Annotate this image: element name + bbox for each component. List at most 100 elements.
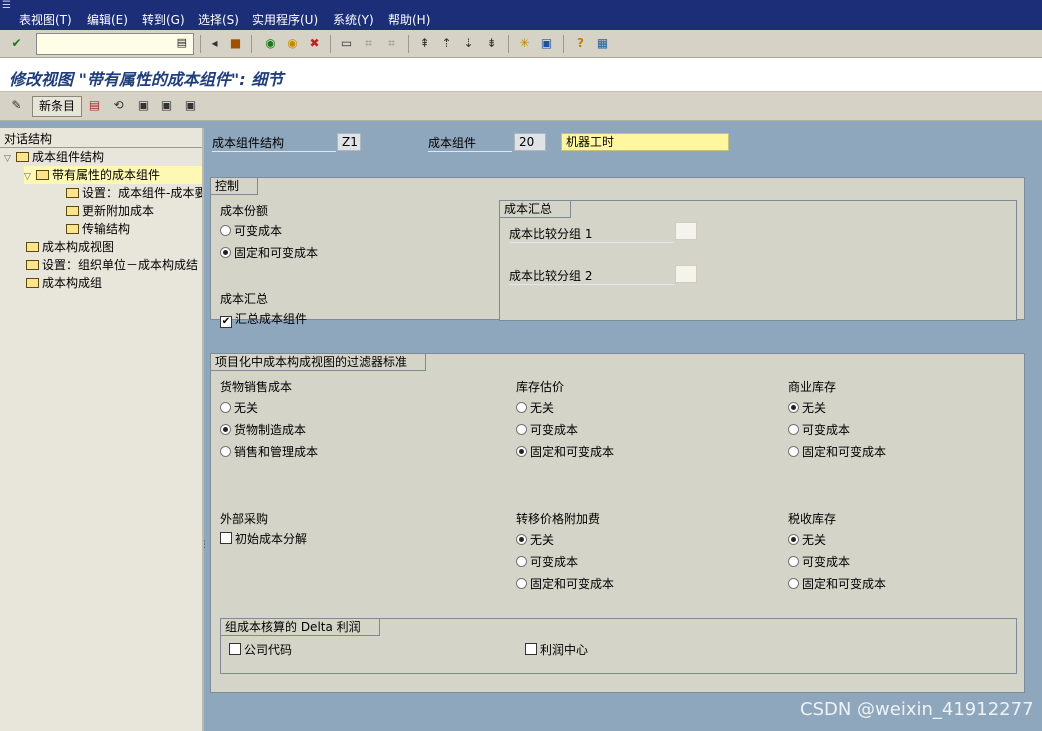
menu-table-view[interactable]: 表视图(T) bbox=[19, 11, 72, 28]
last-page-icon[interactable]: ⇟ bbox=[483, 35, 500, 52]
next-page-icon[interactable]: ⇣ bbox=[460, 35, 477, 52]
tree-node-cost-components-with-attributes[interactable]: ▽ 带有属性的成本组件 bbox=[24, 166, 202, 184]
tax-radio-variable[interactable]: 可变成本 bbox=[788, 553, 850, 571]
inventory-valuation-label: 库存估价 bbox=[516, 380, 565, 394]
checkbox-company-code[interactable]: 公司代码 bbox=[229, 641, 292, 659]
help-icon[interactable]: ? bbox=[572, 35, 589, 52]
menu-select[interactable]: 选择(S) bbox=[198, 11, 239, 28]
page-title: 修改视图 "带有属性的成本组件": 细节 bbox=[9, 70, 284, 89]
tax-radio-fixed-variable[interactable]: 固定和可变成本 bbox=[788, 575, 886, 593]
copy-as-icon[interactable]: ▤ bbox=[86, 97, 103, 114]
inventory-radio-fixed-variable[interactable]: 固定和可变成本 bbox=[516, 443, 614, 461]
cogs-radio-irrelevant[interactable]: 无关 bbox=[220, 399, 258, 417]
scroll-left-icon[interactable]: ◂ bbox=[206, 35, 223, 52]
radio-button[interactable] bbox=[516, 402, 527, 413]
transfer-radio-irrelevant[interactable]: 无关 bbox=[516, 531, 554, 549]
save-icon[interactable]: ■ bbox=[227, 35, 244, 52]
radio-button[interactable] bbox=[516, 556, 527, 567]
tax-radio-irrelevant[interactable]: 无关 bbox=[788, 531, 826, 549]
command-field[interactable]: ▤ bbox=[36, 33, 194, 55]
cogs-radio-manufacturing[interactable]: 货物制造成本 bbox=[220, 421, 306, 439]
cogs-radio-sales-admin[interactable]: 销售和管理成本 bbox=[220, 443, 318, 461]
checkbox[interactable] bbox=[229, 643, 241, 655]
radio-button[interactable] bbox=[516, 578, 527, 589]
print-icon[interactable]: ▭ bbox=[338, 35, 355, 52]
menu-utilities[interactable]: 实用程序(U) bbox=[252, 11, 318, 28]
cancel-icon[interactable]: ✖ bbox=[306, 35, 323, 52]
folder-icon bbox=[66, 188, 79, 198]
new-entries-button[interactable]: 新条目 bbox=[32, 96, 83, 117]
radio-button-selected[interactable] bbox=[788, 534, 799, 545]
menu-help[interactable]: 帮助(H) bbox=[388, 11, 430, 28]
menu-goto[interactable]: 转到(G) bbox=[142, 11, 185, 28]
compare-group-2-label: 成本比较分组 2 bbox=[509, 267, 674, 285]
new-session-icon[interactable]: ✳ bbox=[516, 35, 533, 52]
checkbox[interactable] bbox=[220, 532, 232, 544]
find-next-icon[interactable]: ⌗ bbox=[383, 35, 400, 52]
next-entry-icon[interactable]: ▣ bbox=[182, 97, 199, 114]
first-page-icon[interactable]: ⇞ bbox=[416, 35, 433, 52]
radio-button[interactable] bbox=[220, 402, 231, 413]
commercial-radio-fixed-variable[interactable]: 固定和可变成本 bbox=[788, 443, 886, 461]
previous-entry-icon[interactable]: ▣ bbox=[158, 97, 175, 114]
layout-menu-icon[interactable]: ▦ bbox=[594, 35, 611, 52]
history-icon[interactable]: ▤ bbox=[177, 36, 187, 49]
watermark: CSDN @weixin_41912277 bbox=[800, 699, 1034, 720]
checkbox[interactable] bbox=[525, 643, 537, 655]
radio-button[interactable] bbox=[788, 556, 799, 567]
checkbox-profit-center[interactable]: 利润中心 bbox=[525, 641, 588, 659]
tree-node-settings-org-unit[interactable]: 设置：组织单位－成本构成结 bbox=[26, 256, 202, 274]
component-name-field[interactable]: 机器工时 bbox=[561, 133, 729, 151]
transfer-radio-fixed-variable[interactable]: 固定和可变成本 bbox=[516, 575, 614, 593]
cost-share-label: 成本份额 bbox=[220, 204, 269, 218]
radio-button-selected[interactable] bbox=[516, 534, 527, 545]
radio-button[interactable] bbox=[788, 424, 799, 435]
display-change-icon[interactable]: ✎ bbox=[8, 97, 25, 114]
window-menu-icon[interactable]: ☰ bbox=[2, 0, 11, 11]
undo-change-icon[interactable]: ⟲ bbox=[110, 97, 127, 114]
checkbox-initial-cost-split[interactable]: 初始成本分解 bbox=[220, 530, 307, 548]
find-icon[interactable]: ⌗ bbox=[360, 35, 377, 52]
tree-node-transfer-structure[interactable]: 传输结构 bbox=[66, 220, 202, 238]
radio-button[interactable] bbox=[220, 446, 231, 457]
tree-node-settings-cost-element[interactable]: 设置：成本组件-成本要 bbox=[66, 184, 202, 202]
back-icon[interactable]: ◉ bbox=[262, 35, 279, 52]
tree-node-cost-component-views[interactable]: 成本构成视图 bbox=[26, 238, 202, 256]
checkbox-checked[interactable]: ✔ bbox=[220, 316, 232, 328]
compare-group-2-field[interactable] bbox=[675, 265, 697, 283]
radio-button-selected[interactable] bbox=[516, 446, 527, 457]
compare-group-1-label: 成本比较分组 1 bbox=[509, 225, 674, 243]
transfer-radio-variable[interactable]: 可变成本 bbox=[516, 553, 578, 571]
menu-system[interactable]: 系统(Y) bbox=[333, 11, 374, 28]
radio-button-selected[interactable] bbox=[220, 247, 231, 258]
menu-edit[interactable]: 编辑(E) bbox=[87, 11, 128, 28]
shortcut-icon[interactable]: ▣ bbox=[538, 35, 555, 52]
tree-node-cost-component-structure[interactable]: ▽ 成本组件结构 bbox=[4, 148, 202, 166]
component-label: 成本组件 bbox=[428, 134, 512, 152]
folder-icon bbox=[66, 206, 79, 216]
tree-node-update-additive-costs[interactable]: 更新附加成本 bbox=[66, 202, 202, 220]
radio-button-selected[interactable] bbox=[220, 424, 231, 435]
inventory-radio-irrelevant[interactable]: 无关 bbox=[516, 399, 554, 417]
radio-button[interactable] bbox=[788, 578, 799, 589]
toolbar-separator bbox=[563, 35, 564, 53]
tree-node-cost-component-groups[interactable]: 成本构成组 bbox=[26, 274, 202, 292]
commercial-radio-irrelevant[interactable]: 无关 bbox=[788, 399, 826, 417]
radio-button-selected[interactable] bbox=[788, 402, 799, 413]
enter-check-icon[interactable]: ✔ bbox=[8, 35, 25, 52]
radio-button[interactable] bbox=[220, 225, 231, 236]
checkbox-summarize-components[interactable]: ✔ 汇总成本组件 bbox=[220, 310, 307, 328]
expand-triangle-icon[interactable]: ▽ bbox=[24, 168, 36, 184]
radio-button[interactable] bbox=[788, 446, 799, 457]
inventory-radio-variable[interactable]: 可变成本 bbox=[516, 421, 578, 439]
radio-button[interactable] bbox=[516, 424, 527, 435]
toolbar-separator bbox=[251, 35, 252, 53]
exit-icon[interactable]: ◉ bbox=[284, 35, 301, 52]
compare-group-1-field[interactable] bbox=[675, 222, 697, 240]
previous-page-icon[interactable]: ⇡ bbox=[438, 35, 455, 52]
radio-fixed-variable-costs[interactable]: 固定和可变成本 bbox=[220, 244, 318, 262]
delete-icon[interactable]: ▣ bbox=[135, 97, 152, 114]
radio-variable-costs[interactable]: 可变成本 bbox=[220, 222, 282, 240]
commercial-radio-variable[interactable]: 可变成本 bbox=[788, 421, 850, 439]
expand-triangle-icon[interactable]: ▽ bbox=[4, 150, 16, 166]
